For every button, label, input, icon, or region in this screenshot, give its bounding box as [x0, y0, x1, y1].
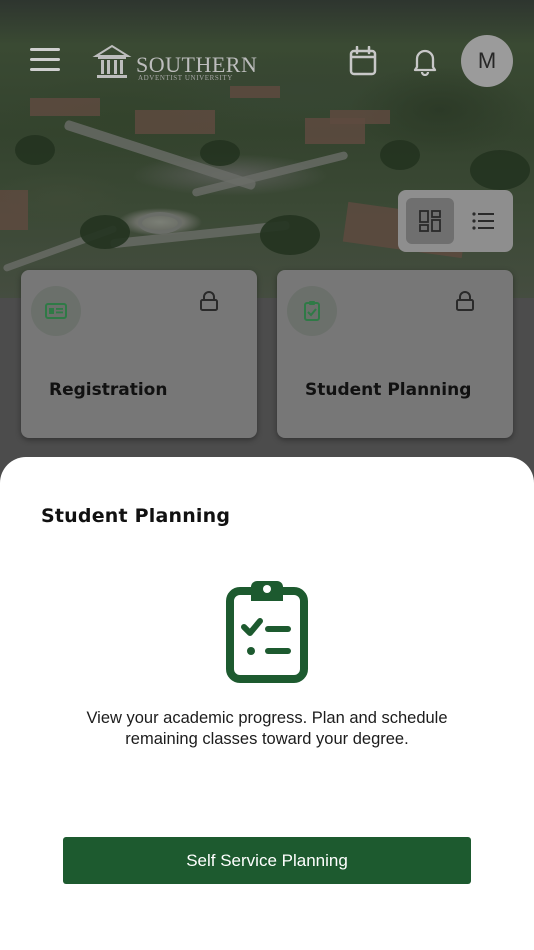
- student-planning-card[interactable]: Student Planning: [277, 270, 513, 438]
- university-logo: SOUTHERN ADVENTIST UNIVERSITY: [92, 42, 257, 82]
- id-card-icon: [45, 303, 67, 319]
- card-title: Student Planning: [305, 380, 472, 400]
- registration-card[interactable]: Registration: [21, 270, 257, 438]
- top-app-bar: SOUTHERN ADVENTIST UNIVERSITY M: [0, 30, 534, 92]
- hamburger-menu-icon[interactable]: [30, 48, 60, 74]
- bottom-sheet: Student Planning View your academic prog…: [0, 457, 534, 950]
- grid-view-icon[interactable]: [406, 198, 454, 244]
- calendar-icon[interactable]: [348, 45, 378, 76]
- lock-icon: [455, 290, 475, 317]
- sheet-title: Student Planning: [41, 505, 231, 527]
- list-view-icon[interactable]: [460, 198, 506, 244]
- card-icon-badge: [287, 286, 337, 336]
- user-avatar[interactable]: M: [461, 35, 513, 87]
- clipboard-check-icon: [304, 301, 320, 321]
- logo-subtext: ADVENTIST UNIVERSITY: [138, 74, 233, 82]
- view-toggle: [398, 190, 513, 252]
- sheet-description: View your academic progress. Plan and sc…: [86, 709, 448, 748]
- card-icon-badge: [31, 286, 81, 336]
- lock-icon: [199, 290, 219, 317]
- self-service-planning-button[interactable]: Self Service Planning: [63, 837, 471, 884]
- clipboard-checklist-icon: [226, 577, 308, 688]
- notification-bell-icon[interactable]: [410, 46, 440, 77]
- building-columns-icon: [92, 44, 132, 78]
- card-title: Registration: [49, 380, 168, 400]
